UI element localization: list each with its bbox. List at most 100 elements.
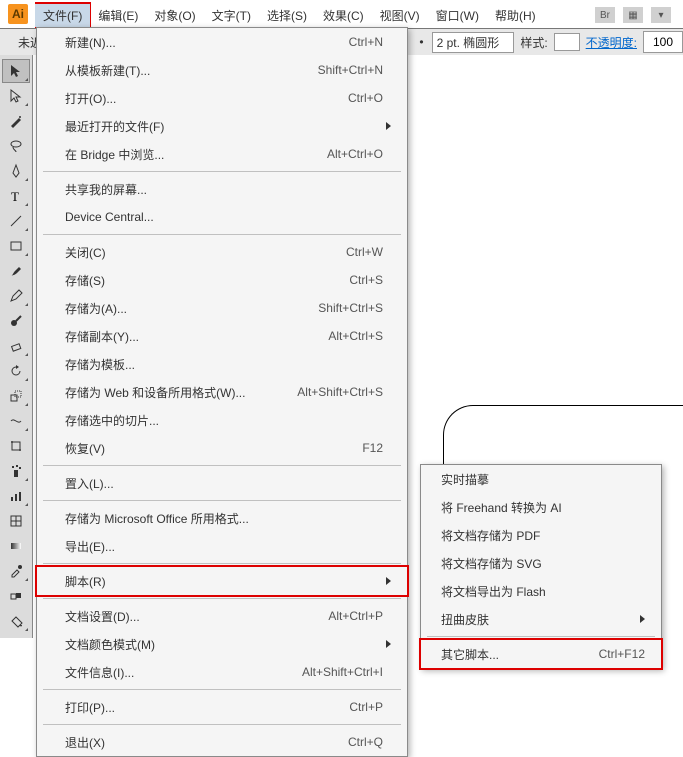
file-menu-item-14[interactable]: 存储为 Web 和设备所用格式(W)...Alt+Shift+Ctrl+S <box>37 378 407 406</box>
menu-item-label: 存储为模板... <box>65 356 391 373</box>
tool-rotate[interactable] <box>2 359 30 383</box>
tool-live-paint[interactable] <box>2 609 30 633</box>
tool-eraser[interactable] <box>2 334 30 358</box>
style-label: 样式: <box>520 34 547 51</box>
file-menu-item-18[interactable]: 置入(L)... <box>37 469 407 497</box>
tool-pencil[interactable] <box>2 284 30 308</box>
tool-blend[interactable] <box>2 584 30 608</box>
opacity-input[interactable] <box>643 31 683 53</box>
file-menu-item-2[interactable]: 打开(O)...Ctrl+O <box>37 84 407 112</box>
menu-item-label: 文档颜色模式(M) <box>65 636 380 653</box>
tool-mesh[interactable] <box>2 509 30 533</box>
menu-shortcut: Alt+Ctrl+P <box>328 609 391 623</box>
menu-edit[interactable]: 编辑(E) <box>90 4 146 27</box>
file-menu-item-26[interactable]: 文档颜色模式(M) <box>37 630 407 658</box>
menu-item-label: 最近打开的文件(F) <box>65 118 380 135</box>
menu-view[interactable]: 视图(V) <box>372 4 428 27</box>
menu-shortcut: Ctrl+S <box>349 273 391 287</box>
file-menu-item-11[interactable]: 存储为(A)...Shift+Ctrl+S <box>37 294 407 322</box>
menu-item-label: 存储副本(Y)... <box>65 328 328 345</box>
menu-separator <box>43 689 401 690</box>
menu-separator <box>43 598 401 599</box>
script-menu-item-4[interactable]: 将文档导出为 Flash <box>421 577 661 605</box>
svg-text:T: T <box>11 189 19 204</box>
menu-type[interactable]: 文字(T) <box>204 4 259 27</box>
file-menu-item-1[interactable]: 从模板新建(T)...Shift+Ctrl+N <box>37 56 407 84</box>
stroke-select[interactable]: 2 pt. 椭圆形 <box>432 32 515 53</box>
tool-magic-wand[interactable] <box>2 109 30 133</box>
tool-blob-brush[interactable] <box>2 309 30 333</box>
tool-selection[interactable] <box>2 59 30 83</box>
style-swatch[interactable] <box>554 33 580 51</box>
menu-shortcut: Ctrl+W <box>346 245 391 259</box>
tool-type[interactable]: T <box>2 184 30 208</box>
file-menu-item-3[interactable]: 最近打开的文件(F) <box>37 112 407 140</box>
menu-shortcut: Alt+Ctrl+S <box>328 329 391 343</box>
tool-gradient[interactable] <box>2 534 30 558</box>
file-menu-item-29[interactable]: 打印(P)...Ctrl+P <box>37 693 407 721</box>
menu-item-label: 将文档导出为 Flash <box>441 583 645 600</box>
file-menu-item-10[interactable]: 存储(S)Ctrl+S <box>37 266 407 294</box>
tool-scale[interactable] <box>2 384 30 408</box>
menu-window[interactable]: 窗口(W) <box>428 4 487 27</box>
menu-item-label: 从模板新建(T)... <box>65 62 318 79</box>
file-menu-item-27[interactable]: 文件信息(I)...Alt+Shift+Ctrl+I <box>37 658 407 686</box>
file-menu-item-4[interactable]: 在 Bridge 中浏览...Alt+Ctrl+O <box>37 140 407 168</box>
menu-item-label: 存储为(A)... <box>65 300 318 317</box>
tool-lasso[interactable] <box>2 134 30 158</box>
menu-help[interactable]: 帮助(H) <box>487 4 544 27</box>
tool-line[interactable] <box>2 209 30 233</box>
opacity-label[interactable]: 不透明度: <box>586 34 637 51</box>
file-menu-item-20[interactable]: 存储为 Microsoft Office 所用格式... <box>37 504 407 532</box>
file-menu-item-25[interactable]: 文档设置(D)...Alt+Ctrl+P <box>37 602 407 630</box>
arrange-icon[interactable]: ▦ <box>623 7 643 23</box>
script-menu-item-7[interactable]: 其它脚本...Ctrl+F12 <box>421 640 661 668</box>
menu-separator <box>43 234 401 235</box>
menu-item-label: 存储选中的切片... <box>65 412 391 429</box>
tool-free-transform[interactable] <box>2 434 30 458</box>
menu-item-label: 将 Freehand 转换为 AI <box>441 499 645 516</box>
menu-shortcut: Shift+Ctrl+S <box>318 301 391 315</box>
menu-shortcut: Ctrl+O <box>348 91 391 105</box>
file-menu-item-13[interactable]: 存储为模板... <box>37 350 407 378</box>
menu-separator <box>43 465 401 466</box>
menu-item-label: 置入(L)... <box>65 475 391 492</box>
menu-shortcut: Ctrl+N <box>349 35 391 49</box>
tool-warp[interactable] <box>2 409 30 433</box>
script-menu-item-3[interactable]: 将文档存储为 SVG <box>421 549 661 577</box>
script-menu-item-2[interactable]: 将文档存储为 PDF <box>421 521 661 549</box>
file-menu-item-16[interactable]: 恢复(V)F12 <box>37 434 407 462</box>
tool-pen[interactable] <box>2 159 30 183</box>
file-menu-item-31[interactable]: 退出(X)Ctrl+Q <box>37 728 407 756</box>
menu-item-label: 打开(O)... <box>65 90 348 107</box>
tool-direct-selection[interactable] <box>2 84 30 108</box>
file-menu-item-7[interactable]: Device Central... <box>37 203 407 231</box>
file-menu-item-6[interactable]: 共享我的屏幕... <box>37 175 407 203</box>
menu-shortcut: Shift+Ctrl+N <box>318 63 391 77</box>
tool-eyedropper[interactable] <box>2 559 30 583</box>
script-menu-item-1[interactable]: 将 Freehand 转换为 AI <box>421 493 661 521</box>
menu-item-label: 存储为 Web 和设备所用格式(W)... <box>65 384 297 401</box>
file-menu-item-9[interactable]: 关闭(C)Ctrl+W <box>37 238 407 266</box>
script-menu-item-5[interactable]: 扭曲皮肤 <box>421 605 661 633</box>
file-menu-item-0[interactable]: 新建(N)...Ctrl+N <box>37 28 407 56</box>
menu-shortcut: Alt+Ctrl+O <box>327 147 391 161</box>
file-menu-item-12[interactable]: 存储副本(Y)...Alt+Ctrl+S <box>37 322 407 350</box>
menu-item-label: 将文档存储为 PDF <box>441 527 645 544</box>
menu-file[interactable]: 文件(F) <box>35 4 90 27</box>
workspace-dropdown-icon[interactable]: ▾ <box>651 7 671 23</box>
menu-item-label: 关闭(C) <box>65 244 346 261</box>
tool-graph[interactable] <box>2 484 30 508</box>
menu-object[interactable]: 对象(O) <box>146 4 203 27</box>
bridge-icon[interactable]: Br <box>595 7 615 23</box>
tool-paintbrush[interactable] <box>2 259 30 283</box>
menu-select[interactable]: 选择(S) <box>259 4 315 27</box>
file-menu-item-21[interactable]: 导出(E)... <box>37 532 407 560</box>
menu-item-label: 退出(X) <box>65 734 348 751</box>
file-menu-item-23[interactable]: 脚本(R) <box>37 567 407 595</box>
file-menu-item-15[interactable]: 存储选中的切片... <box>37 406 407 434</box>
tool-rectangle[interactable] <box>2 234 30 258</box>
menu-effect[interactable]: 效果(C) <box>315 4 372 27</box>
script-menu-item-0[interactable]: 实时描摹 <box>421 465 661 493</box>
tool-symbol-sprayer[interactable] <box>2 459 30 483</box>
